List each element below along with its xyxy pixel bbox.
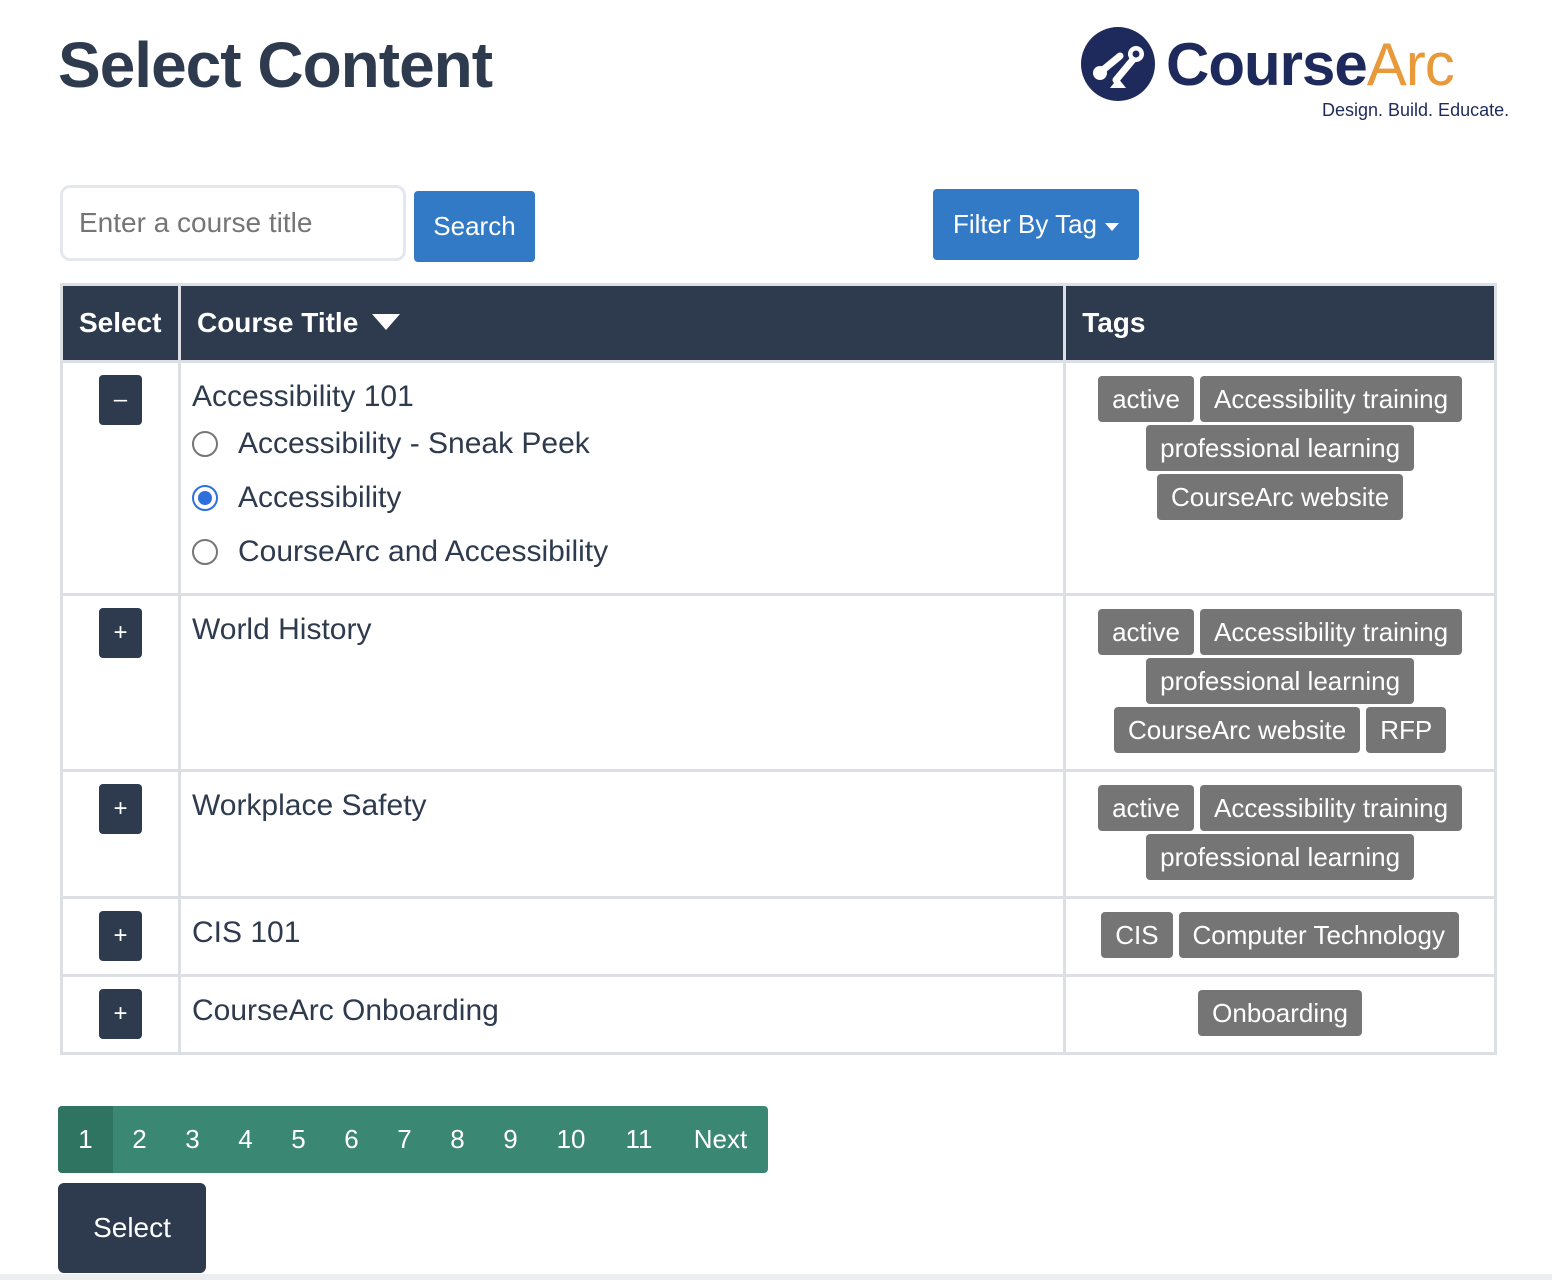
course-name: CIS 101 — [191, 916, 301, 949]
content-option[interactable]: Accessibility — [191, 471, 1052, 525]
logo-tagline: Design. Build. Educate. — [1322, 100, 1510, 120]
course-title-cell: CourseArc Onboarding — [177, 974, 1067, 1055]
course-title-cell: Accessibility 101 Accessibility - Sneak … — [177, 360, 1067, 596]
course-title-cell: World History — [177, 593, 1067, 772]
tag-badge: CIS — [1101, 912, 1173, 958]
logo-wordmark: CourseArc — [1166, 30, 1455, 99]
tag-badge: CourseArc website — [1113, 707, 1361, 753]
caret-down-icon — [1105, 222, 1119, 231]
select-cell: + — [60, 974, 181, 1055]
next-page-link[interactable]: Next — [673, 1106, 768, 1173]
radio-button[interactable] — [191, 539, 218, 565]
tags-cell: Onboarding — [1063, 974, 1497, 1055]
course-title-cell: CIS 101 — [177, 896, 1067, 977]
course-table: Select Course Title Tags – Accessibility… — [60, 283, 1497, 1055]
table-row: + World History active Accessibility tra… — [60, 593, 1497, 772]
logo-wordmark-accent: Arc — [1366, 31, 1455, 98]
coursearc-logo: CourseArc Design. Build. Educate. — [1080, 26, 1509, 126]
pagination: 1 2 3 4 5 6 7 8 9 10 11 Next — [58, 1106, 768, 1173]
tag-badge: CourseArc website — [1156, 474, 1404, 520]
page-link-8[interactable]: 8 — [431, 1106, 484, 1173]
course-name: Accessibility 101 — [191, 380, 414, 413]
table-row: + CIS 101 CIS Computer Technology — [60, 896, 1497, 977]
select-cell: + — [60, 769, 181, 899]
course-name: Workplace Safety — [191, 789, 427, 822]
header-course-title[interactable]: Course Title — [177, 283, 1067, 363]
option-label: CourseArc and Accessibility — [237, 535, 609, 568]
tag-badge: Accessibility training — [1200, 609, 1463, 655]
page-title: Select Content — [58, 29, 493, 101]
select-button[interactable]: Select — [58, 1183, 206, 1273]
tag-badge: Computer Technology — [1178, 912, 1459, 958]
header-tags: Tags — [1063, 283, 1497, 363]
header-select: Select — [60, 283, 181, 363]
course-name: World History — [191, 613, 372, 646]
page-link-3[interactable]: 3 — [166, 1106, 219, 1173]
select-cell: – — [60, 360, 181, 596]
select-content-page: Select Content CourseArc Design. Build. … — [0, 0, 1552, 1280]
course-name: CourseArc Onboarding — [191, 994, 499, 1027]
table-row: – Accessibility 101 Accessibility - Snea… — [60, 360, 1497, 596]
radio-button[interactable] — [191, 431, 218, 457]
search-button[interactable]: Search — [414, 191, 535, 262]
collapse-button[interactable]: – — [98, 375, 142, 425]
logo-tools-icon — [1081, 27, 1155, 101]
tag-badge: Accessibility training — [1200, 785, 1463, 831]
tag-badge: active — [1098, 376, 1194, 422]
logo-wordmark-main: Course — [1166, 31, 1368, 98]
expand-button[interactable]: + — [98, 784, 142, 834]
tags-cell: CIS Computer Technology — [1063, 896, 1497, 977]
search-input[interactable] — [60, 185, 406, 261]
filter-by-tag-label: Filter By Tag — [952, 209, 1097, 239]
expand-button[interactable]: + — [98, 911, 142, 961]
page-link-4[interactable]: 4 — [219, 1106, 272, 1173]
tags-cell: active Accessibility training profession… — [1063, 593, 1497, 772]
table-row: + Workplace Safety active Accessibility … — [60, 769, 1497, 899]
page-link-5[interactable]: 5 — [272, 1106, 325, 1173]
sort-desc-icon[interactable] — [372, 313, 401, 330]
filter-by-tag-button[interactable]: Filter By Tag — [933, 189, 1139, 260]
option-label: Accessibility — [237, 481, 402, 514]
radio-button-checked[interactable] — [191, 485, 218, 511]
content-option[interactable]: CourseArc and Accessibility — [191, 525, 1052, 579]
page-link-6[interactable]: 6 — [325, 1106, 378, 1173]
tag-badge: Onboarding — [1198, 990, 1363, 1036]
course-title-cell: Workplace Safety — [177, 769, 1067, 899]
tag-badge: professional learning — [1146, 425, 1415, 471]
tag-badge: professional learning — [1146, 834, 1415, 880]
tag-badge: active — [1098, 785, 1194, 831]
page-link-9[interactable]: 9 — [484, 1106, 537, 1173]
page-link-1[interactable]: 1 — [58, 1106, 113, 1173]
expand-button[interactable]: + — [98, 608, 142, 658]
option-label: Accessibility - Sneak Peek — [237, 427, 590, 460]
tag-badge: Accessibility training — [1200, 376, 1463, 422]
tags-cell: active Accessibility training profession… — [1063, 360, 1497, 596]
table-header-row: Select Course Title Tags — [60, 283, 1497, 363]
content-option[interactable]: Accessibility - Sneak Peek — [191, 417, 1052, 471]
page-link-10[interactable]: 10 — [537, 1106, 605, 1173]
tag-badge: active — [1098, 609, 1194, 655]
expand-button[interactable]: + — [98, 989, 142, 1039]
tag-badge: professional learning — [1146, 658, 1415, 704]
table-row: + CourseArc Onboarding Onboarding — [60, 974, 1497, 1055]
bottom-divider — [0, 1274, 1552, 1280]
page-link-11[interactable]: 11 — [605, 1106, 673, 1173]
header-course-title-label: Course Title — [196, 307, 359, 338]
page-link-2[interactable]: 2 — [113, 1106, 166, 1173]
page-link-7[interactable]: 7 — [378, 1106, 431, 1173]
select-cell: + — [60, 593, 181, 772]
tags-cell: active Accessibility training profession… — [1063, 769, 1497, 899]
select-cell: + — [60, 896, 181, 977]
tag-badge: RFP — [1366, 707, 1447, 753]
